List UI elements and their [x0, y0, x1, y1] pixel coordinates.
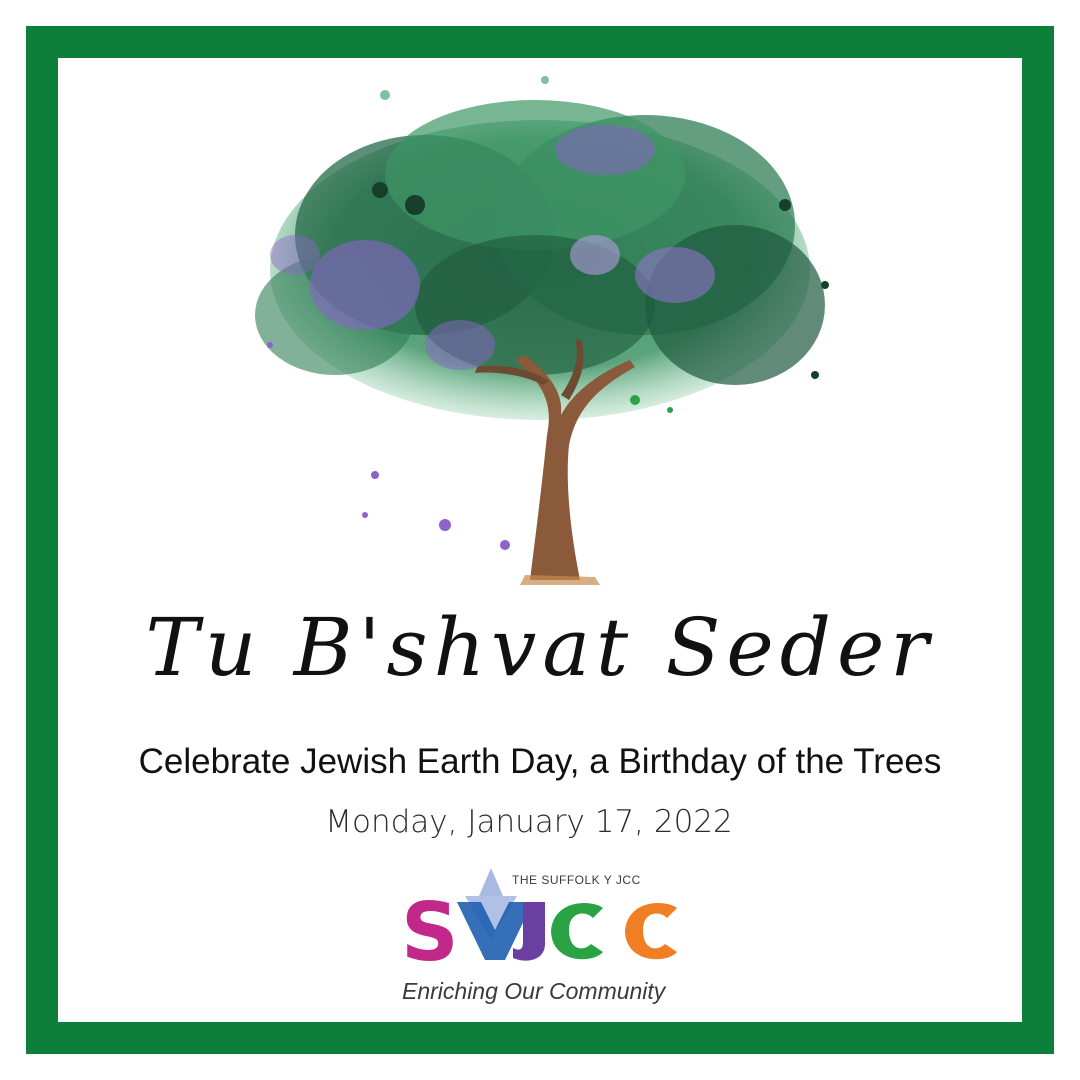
- event-date: Monday, January 17, 2022: [325, 804, 733, 840]
- logo-tagline: THE SUFFOLK Y JCC: [512, 873, 641, 887]
- watercolor-tree-illustration: [255, 76, 829, 585]
- logo-motto: Enriching Our Community: [402, 978, 666, 1004]
- svg-text:S: S: [401, 886, 459, 979]
- event-subtitle: Celebrate Jewish Earth Day, a Birthday o…: [138, 742, 942, 781]
- event-title: Tu B'shvat Seder: [145, 601, 935, 694]
